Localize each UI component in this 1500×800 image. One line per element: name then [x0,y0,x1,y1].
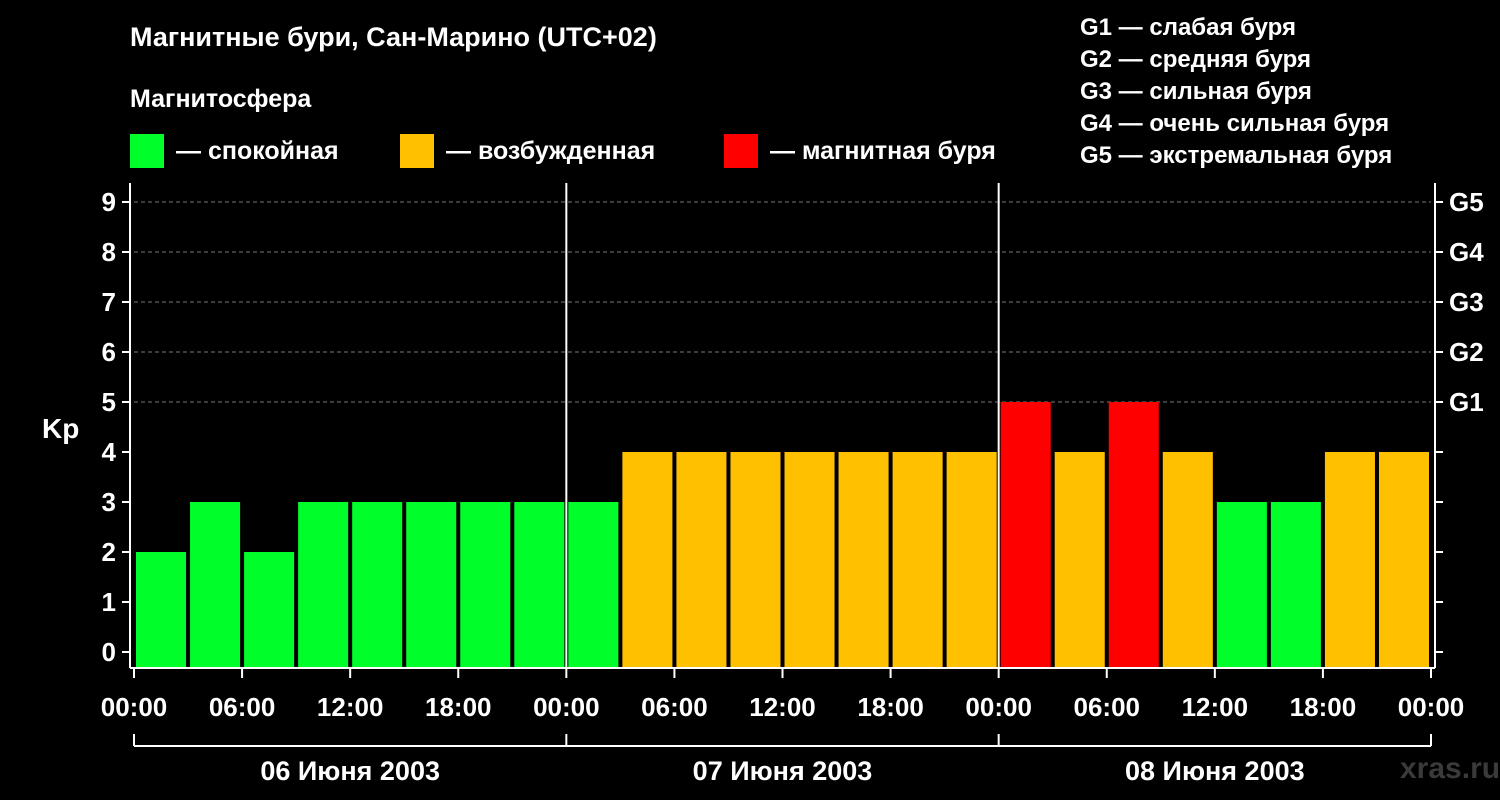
bar-19 [1162,452,1213,668]
x-tick-label: 12:00 [749,692,816,722]
bar-9 [622,452,673,668]
x-tick-label: 06:00 [641,692,708,722]
right-tick-label: G1 [1449,387,1484,417]
bar-3 [298,502,349,668]
g-legend-g1: G1 — слабая буря [1080,14,1297,41]
bar-8 [568,502,619,668]
bar-5 [406,502,457,668]
bar-0 [136,552,187,668]
bar-16 [1000,402,1051,668]
bars [136,402,1429,668]
legend-active: — возбужденная [400,134,655,168]
y-axis-label: Kp [42,413,79,444]
y-tick-label: 1 [102,587,116,617]
x-tick-label: 00:00 [533,692,600,722]
legend-swatch-storm [724,134,758,168]
right-tick-label: G5 [1449,187,1484,217]
y-tick-label: 4 [102,437,117,467]
g-legend-g5: G5 — экстремальная буря [1080,142,1393,169]
bar-4 [352,502,403,668]
x-tick-label: 12:00 [317,692,384,722]
bar-12 [784,452,835,668]
legend-swatch-active [400,134,434,168]
x-tick-label: 18:00 [425,692,492,722]
day-label: 06 Июня 2003 [260,756,440,786]
bar-22 [1324,452,1375,668]
x-tick-label: 00:00 [101,692,168,722]
y-tick-label: 7 [102,287,116,317]
bar-20 [1216,502,1267,668]
bar-7 [514,502,565,668]
right-tick-label: G4 [1449,237,1484,267]
chart-subtitle: Магнитосфера [130,85,312,113]
y-tick-label: 9 [102,187,116,217]
y-tick-label: 0 [102,637,116,667]
bar-18 [1108,402,1159,668]
y-tick-label: 5 [102,387,116,417]
x-tick-label: 12:00 [1182,692,1249,722]
bar-14 [892,452,943,668]
g-legend-g3: G3 — сильная буря [1080,78,1312,105]
bar-15 [946,452,997,668]
x-tick-label: 06:00 [209,692,276,722]
legend-storm: — магнитная буря [724,134,996,168]
x-tick-label: 00:00 [1398,692,1465,722]
x-tick-label: 18:00 [1290,692,1357,722]
g-legend-g2: G2 — средняя буря [1080,46,1311,73]
legend-label-active: — возбужденная [446,136,656,165]
legend-quiet: — спокойная [130,134,339,168]
bar-10 [676,452,727,668]
y-tick-label: 2 [102,537,116,567]
day-label: 08 Июня 2003 [1125,756,1305,786]
y-tick-label: 3 [102,487,116,517]
watermark: xras.ru [1400,752,1500,785]
bar-17 [1054,452,1105,668]
g-legend-g4: G4 — очень сильная буря [1080,110,1390,137]
x-tick-label: 18:00 [857,692,924,722]
bar-2 [244,552,295,668]
g-scale-legend: G1 — слабая буря G2 — средняя буря G3 — … [1080,12,1392,172]
bar-21 [1270,502,1321,668]
x-tick-label: 06:00 [1074,692,1141,722]
y-tick-label: 6 [102,337,116,367]
bar-13 [838,452,889,668]
legend-swatch-quiet [130,134,164,168]
legend-label-quiet: — спокойная [176,136,339,165]
bar-23 [1378,452,1429,668]
right-tick-label: G2 [1449,337,1484,367]
chart-title: Магнитные бури, Сан-Марино (UTC+02) [130,22,657,52]
right-tick-label: G3 [1449,287,1484,317]
day-label: 07 Июня 2003 [693,756,873,786]
y-tick-label: 8 [102,237,116,267]
bar-11 [730,452,781,668]
bar-6 [460,502,511,668]
bar-1 [190,502,241,668]
x-tick-label: 00:00 [965,692,1032,722]
legend-label-storm: — магнитная буря [770,136,996,165]
grid-lines [134,201,1431,403]
